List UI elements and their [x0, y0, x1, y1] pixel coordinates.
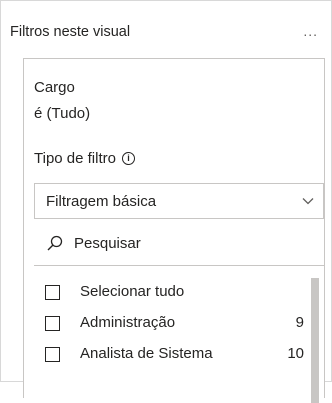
- filters-pane-title: Filtros neste visual: [10, 24, 131, 40]
- list-item-label: Administração: [80, 314, 176, 331]
- filter-type-label: Tipo de filtro: [34, 150, 116, 167]
- list-item-label: Analista de Sistema: [80, 345, 213, 362]
- search-placeholder: Pesquisar: [74, 235, 141, 252]
- filter-summary: é (Tudo): [34, 105, 91, 122]
- checkbox-icon[interactable]: [45, 285, 60, 300]
- filters-pane: Filtros neste visual ... Cargo é (Tudo) …: [0, 0, 332, 403]
- list-item-administracao[interactable]: Administração 9: [34, 309, 304, 337]
- info-icon[interactable]: i: [121, 152, 135, 165]
- filter-field-name[interactable]: Cargo: [34, 79, 75, 96]
- filters-pane-header: Filtros neste visual ...: [8, 1, 326, 53]
- checkbox-icon[interactable]: [45, 316, 60, 331]
- checkbox-icon[interactable]: [45, 347, 60, 362]
- filter-type-dropdown[interactable]: Filtragem básica: [34, 183, 324, 219]
- search-input[interactable]: Pesquisar: [34, 230, 324, 266]
- list-item-select-all[interactable]: Selecionar tudo: [34, 278, 304, 306]
- more-options-icon[interactable]: ...: [303, 23, 318, 39]
- list-item-count: 9: [295, 314, 304, 331]
- list-item-analista-de-sistema[interactable]: Analista de Sistema 10: [34, 340, 304, 368]
- list-item-label: Selecionar tudo: [80, 283, 185, 300]
- chevron-down-icon: [302, 198, 314, 205]
- filter-type-selected-value: Filtragem básica: [46, 193, 157, 210]
- search-icon: [47, 235, 63, 251]
- filter-card: Cargo é (Tudo) Tipo de filtro i Filtrage…: [23, 58, 325, 403]
- list-item-count: 10: [287, 345, 304, 362]
- list-scrollbar[interactable]: [311, 278, 319, 403]
- filter-type-label-row: Tipo de filtro i: [34, 150, 135, 167]
